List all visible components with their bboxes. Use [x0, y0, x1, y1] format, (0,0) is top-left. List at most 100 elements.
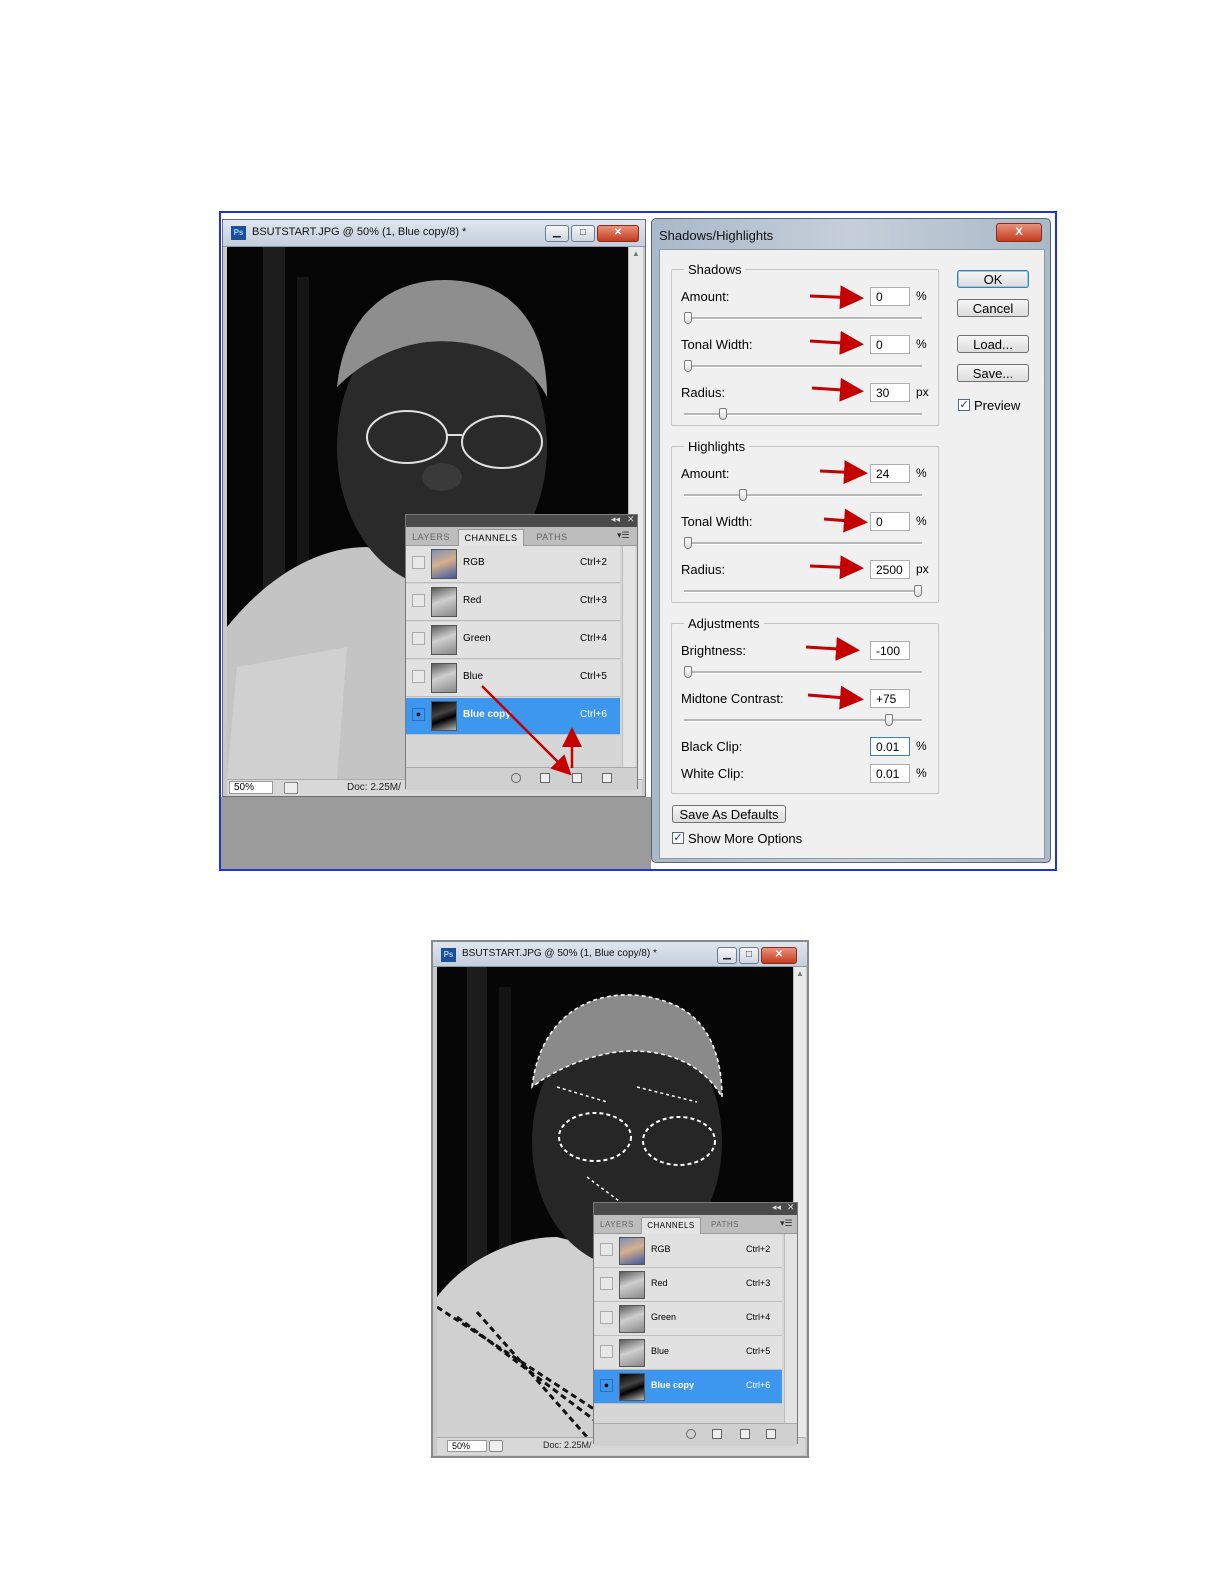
shadows-tonal-width-field[interactable]: 0	[870, 335, 910, 354]
photoshop-icon: Ps	[231, 226, 246, 240]
white-clip-label: White Clip:	[681, 766, 744, 781]
channel-shortcut: Ctrl+2	[580, 557, 607, 568]
tab-paths[interactable]: PATHS	[703, 1217, 747, 1233]
channel-row-blue[interactable]: Blue Ctrl+5	[594, 1336, 782, 1370]
tab-layers[interactable]: LAYERS	[408, 529, 454, 545]
channel-row-red[interactable]: Red Ctrl+3	[594, 1268, 782, 1302]
visibility-toggle[interactable]	[412, 632, 425, 645]
annotation-arrows-channels	[481, 685, 582, 776]
panel-footer	[594, 1423, 797, 1446]
annotation-arrows-dialog	[805, 285, 868, 710]
highlights-amount-field[interactable]: 24	[870, 464, 910, 483]
delete-channel-icon[interactable]	[602, 773, 612, 783]
channel-shortcut: Ctrl+3	[746, 1278, 771, 1288]
load-selection-icon[interactable]	[686, 1429, 696, 1439]
panel-header-strip[interactable]: ◂◂ ✕	[594, 1202, 797, 1215]
shadows-tonal-width-label: Tonal Width:	[681, 337, 753, 352]
channel-list: RGB Ctrl+2 Red Ctrl+3 Green Ctrl+4 Blue …	[594, 1234, 782, 1424]
preview-checkbox[interactable]: ✓	[958, 399, 970, 411]
tab-paths[interactable]: PATHS	[526, 529, 578, 545]
shadows-amount-unit: %	[916, 289, 927, 303]
eye-icon[interactable]: ●	[412, 708, 425, 721]
show-more-options-checkbox[interactable]: ✓	[672, 832, 684, 844]
channels-panel-result: ◂◂ ✕ LAYERS CHANNELS PATHS ▾☰ RGB Ctrl+2…	[593, 1202, 798, 1446]
channel-shortcut: Ctrl+5	[746, 1346, 771, 1356]
channel-thumbnail	[619, 1237, 645, 1265]
maximize-button[interactable]: □	[571, 225, 595, 242]
shadows-radius-slider[interactable]	[718, 408, 727, 420]
maximize-button[interactable]: □	[739, 947, 759, 964]
visibility-toggle[interactable]	[412, 670, 425, 683]
document-title-bar[interactable]: Ps BSUTSTART.JPG @ 50% (1, Blue copy/8) …	[223, 220, 645, 247]
highlights-radius-slider[interactable]	[914, 585, 922, 597]
tab-layers[interactable]: LAYERS	[596, 1217, 638, 1233]
midtone-contrast-field[interactable]: +75	[870, 689, 910, 708]
tab-channels[interactable]: CHANNELS	[458, 529, 524, 546]
channel-row-rgb[interactable]: RGB Ctrl+2	[406, 546, 620, 583]
channel-row-red[interactable]: Red Ctrl+3	[406, 584, 620, 621]
highlights-amount-slider[interactable]	[739, 489, 748, 501]
visibility-toggle[interactable]	[600, 1243, 613, 1256]
highlights-radius-field[interactable]: 2500	[870, 560, 910, 579]
channel-shortcut: Ctrl+6	[746, 1380, 771, 1390]
visibility-toggle[interactable]	[412, 594, 425, 607]
channel-row-blue-copy[interactable]: ● Blue copy Ctrl+6	[594, 1370, 782, 1404]
close-button[interactable]: ✕	[597, 225, 639, 242]
channel-thumbnail	[431, 549, 457, 579]
dialog-close-button[interactable]: X	[996, 223, 1042, 242]
panel-header-strip[interactable]: ◂◂ ✕	[406, 514, 637, 527]
save-as-defaults-button[interactable]: Save As Defaults	[672, 805, 786, 823]
black-clip-field[interactable]: 0.01	[870, 737, 910, 756]
highlights-tonal-width-field[interactable]: 0	[870, 512, 910, 531]
white-clip-field[interactable]: 0.01	[870, 764, 910, 783]
eye-icon[interactable]: ●	[600, 1379, 613, 1392]
zoom-level-field[interactable]: 50%	[229, 781, 273, 794]
panel-menu-icon[interactable]: ▾☰	[780, 1218, 793, 1229]
visibility-toggle[interactable]	[600, 1277, 613, 1290]
visibility-toggle[interactable]	[412, 556, 425, 569]
shadows-radius-field[interactable]: 30	[870, 383, 910, 402]
load-button[interactable]: Load...	[957, 335, 1029, 353]
panel-menu-icon[interactable]: ▾☰	[617, 530, 630, 541]
channel-row-green[interactable]: Green Ctrl+4	[406, 622, 620, 659]
status-menu-icon[interactable]	[284, 782, 298, 794]
brightness-slider[interactable]	[684, 666, 692, 678]
zoom-level-field[interactable]: 50%	[447, 1440, 487, 1452]
visibility-toggle[interactable]	[600, 1345, 613, 1358]
channel-thumbnail	[431, 663, 457, 693]
tab-channels[interactable]: CHANNELS	[641, 1217, 701, 1234]
delete-channel-icon[interactable]	[766, 1429, 776, 1439]
document-title-bar[interactable]: Ps BSUTSTART.JPG @ 50% (1, Blue copy/8) …	[433, 942, 807, 967]
highlights-tonal-width-slider[interactable]	[684, 537, 692, 549]
shadows-tonal-width-slider[interactable]	[684, 360, 692, 372]
shadows-radius-label: Radius:	[681, 385, 726, 400]
channel-thumbnail	[619, 1373, 645, 1401]
shadows-amount-slider[interactable]	[684, 312, 692, 324]
workspace-background	[221, 797, 651, 869]
shadows-radius-unit: px	[916, 385, 929, 399]
minimize-button[interactable]: ▁	[717, 947, 737, 964]
shadows-amount-field[interactable]: 0	[870, 287, 910, 306]
panel-scrollbar[interactable]	[784, 1234, 797, 1424]
document-size-info: Doc: 2.25M/	[347, 782, 401, 793]
channel-row-green[interactable]: Green Ctrl+4	[594, 1302, 782, 1336]
save-button[interactable]: Save...	[957, 364, 1029, 382]
ok-button[interactable]: OK	[957, 270, 1029, 288]
save-selection-icon[interactable]	[712, 1429, 722, 1439]
midtone-contrast-slider[interactable]	[885, 714, 894, 726]
cancel-button[interactable]: Cancel	[957, 299, 1029, 317]
collapse-icon[interactable]: ◂◂	[611, 514, 620, 525]
close-button[interactable]: ✕	[761, 947, 797, 964]
status-menu-icon[interactable]	[489, 1440, 503, 1452]
panel-scrollbar[interactable]	[622, 546, 635, 767]
panel-close-icon[interactable]: ✕	[787, 1202, 795, 1213]
collapse-icon[interactable]: ◂◂	[772, 1202, 781, 1213]
channel-shortcut: Ctrl+2	[746, 1244, 771, 1254]
channel-row-rgb[interactable]: RGB Ctrl+2	[594, 1234, 782, 1268]
panel-tabs: LAYERS CHANNELS PATHS ▾☰	[594, 1215, 797, 1234]
visibility-toggle[interactable]	[600, 1311, 613, 1324]
minimize-button[interactable]: ▁	[545, 225, 569, 242]
panel-close-icon[interactable]: ✕	[627, 514, 635, 525]
new-channel-icon[interactable]	[740, 1429, 750, 1439]
brightness-field[interactable]: -100	[870, 641, 910, 660]
